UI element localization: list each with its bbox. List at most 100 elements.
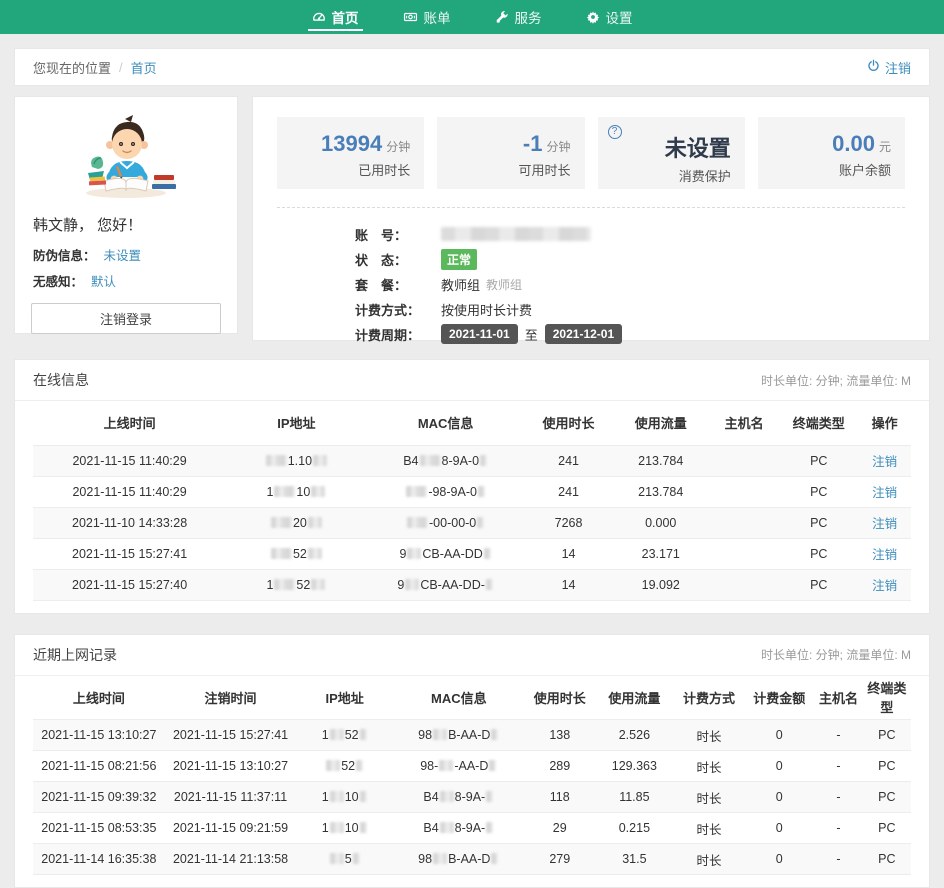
- table-cell: PC: [779, 569, 858, 600]
- redacted-text: [486, 822, 493, 833]
- table-cell: 时长: [674, 782, 744, 813]
- table-cell: 1.10: [226, 445, 366, 476]
- table-cell: 时长: [674, 844, 744, 875]
- profile-info-link[interactable]: 默认: [91, 275, 116, 289]
- table-cell: [709, 538, 779, 569]
- column-header-MAC信息: MAC信息: [393, 676, 525, 720]
- breadcrumb-home-link[interactable]: 首页: [131, 58, 157, 77]
- table-cell: 2021-11-15 11:40:29: [33, 476, 226, 507]
- table-row: 2021-11-10 14:33:2820-00-00-072680.000PC…: [33, 507, 911, 538]
- redacted-text: [271, 548, 292, 559]
- account-info-value: 按使用时长计费: [441, 300, 532, 319]
- top-logout-link[interactable]: 注销: [867, 58, 911, 77]
- table-cell: 9CB-AA-DD: [367, 538, 525, 569]
- table-cell-action: 注销: [858, 569, 911, 600]
- column-header-操作: 操作: [858, 401, 911, 445]
- session-logout-link[interactable]: 注销: [872, 579, 897, 593]
- stat-value: -1: [523, 131, 543, 156]
- redacted-text: [326, 760, 340, 771]
- table-cell: -: [814, 751, 862, 782]
- redacted-text: [313, 455, 327, 466]
- bill-icon: [403, 10, 418, 24]
- table-cell: [709, 507, 779, 538]
- account-info-row: 状 态：正常: [355, 247, 905, 271]
- table-cell: 11.85: [595, 782, 674, 813]
- redacted-text: [274, 486, 295, 497]
- stat-box-可用时长: -1分钟可用时长: [437, 117, 584, 189]
- table-cell: -: [814, 782, 862, 813]
- table-row: 2021-11-15 11:40:29110-98-9A-0241213.784…: [33, 476, 911, 507]
- session-logout-link[interactable]: 注销: [872, 455, 897, 469]
- plan-subvalue: 教师组: [486, 276, 522, 293]
- overview-card: 13994分钟已用时长-1分钟可用时长?未设置消费保护0.00元账户余额 账 号…: [252, 96, 930, 341]
- table-cell: 19.092: [612, 569, 709, 600]
- nav-tab-设置[interactable]: 设置: [572, 0, 647, 34]
- table-cell: -: [814, 844, 862, 875]
- table-cell: 52: [296, 751, 393, 782]
- table-cell: 2.526: [595, 720, 674, 751]
- redacted-text: [439, 760, 453, 771]
- column-header-上线时间: 上线时间: [33, 676, 165, 720]
- table-cell: PC: [779, 445, 858, 476]
- table-cell: 241: [525, 445, 613, 476]
- session-logout-link[interactable]: 注销: [872, 517, 897, 531]
- column-header-计费方式: 计费方式: [674, 676, 744, 720]
- logout-button[interactable]: 注销登录: [31, 303, 221, 334]
- redacted-text: [477, 517, 484, 528]
- table-cell: 20: [226, 507, 366, 538]
- table-cell: B48-9A-0: [367, 445, 525, 476]
- table-cell: 138: [525, 720, 595, 751]
- stat-value: 未设置: [665, 136, 731, 161]
- table-cell: 213.784: [612, 445, 709, 476]
- redacted-text: [360, 791, 367, 802]
- table-cell: 118: [525, 782, 595, 813]
- stat-unit: 分钟: [386, 140, 410, 154]
- redacted-text: [406, 486, 427, 497]
- account-number-redacted: [441, 227, 591, 241]
- redacted-text: [266, 455, 287, 466]
- session-logout-link[interactable]: 注销: [872, 486, 897, 500]
- help-icon[interactable]: ?: [608, 125, 622, 139]
- plan-value: 教师组: [441, 275, 480, 294]
- table-cell: PC: [779, 507, 858, 538]
- online-sessions-table: 上线时间IP地址MAC信息使用时长使用流量主机名终端类型操作2021-11-15…: [33, 401, 911, 601]
- table-cell: 2021-11-14 21:13:58: [165, 844, 297, 875]
- table-cell: 0: [744, 813, 814, 844]
- table-cell-action: 注销: [858, 507, 911, 538]
- redacted-text: [440, 791, 454, 802]
- column-header-使用时长: 使用时长: [525, 401, 613, 445]
- breadcrumb-location-label: 您现在的位置: [33, 58, 111, 77]
- table-row: 2021-11-14 16:35:382021-11-14 21:13:5859…: [33, 844, 911, 875]
- stat-value: 0.00: [832, 131, 875, 156]
- account-info-label: 计费方式：: [355, 300, 441, 319]
- table-cell: 0: [744, 720, 814, 751]
- redacted-text: [433, 853, 447, 864]
- online-section-title: 在线信息: [33, 370, 89, 390]
- redacted-text: [360, 822, 367, 833]
- column-header-使用流量: 使用流量: [595, 676, 674, 720]
- nav-tab-服务[interactable]: 服务: [481, 0, 556, 34]
- table-cell: 98B-AA-D: [393, 720, 525, 751]
- table-cell: 98--AA-D: [393, 751, 525, 782]
- breadcrumb-bar: 您现在的位置 / 首页 注销: [14, 48, 930, 86]
- nav-tab-首页[interactable]: 首页: [298, 0, 373, 34]
- stat-label: 已用时长: [291, 160, 410, 179]
- redacted-text: [353, 853, 360, 864]
- session-logout-link[interactable]: 注销: [872, 548, 897, 562]
- table-cell: 152: [226, 569, 366, 600]
- account-info-row: 套 餐：教师组教师组: [355, 272, 905, 296]
- table-cell: PC: [779, 538, 858, 569]
- table-row: 2021-11-15 08:53:352021-11-15 09:21:5911…: [33, 813, 911, 844]
- profile-card: 韩文静， 您好！ 防伪信息：未设置无感知：默认 注销登录: [14, 96, 238, 334]
- redacted-text: [271, 517, 292, 528]
- profile-info-label: 防伪信息：: [33, 249, 96, 263]
- account-info-row: 计费周期：2021-11-01至2021-12-01: [355, 322, 905, 346]
- redacted-text: [486, 579, 493, 590]
- stat-box-消费保护: ?未设置消费保护: [598, 117, 745, 189]
- table-cell: 2021-11-15 08:21:56: [33, 751, 165, 782]
- profile-info-link[interactable]: 未设置: [104, 249, 142, 263]
- table-cell: 7268: [525, 507, 613, 538]
- nav-tab-label: 设置: [606, 7, 633, 27]
- table-cell: 110: [296, 782, 393, 813]
- nav-tab-账单[interactable]: 账单: [389, 0, 465, 34]
